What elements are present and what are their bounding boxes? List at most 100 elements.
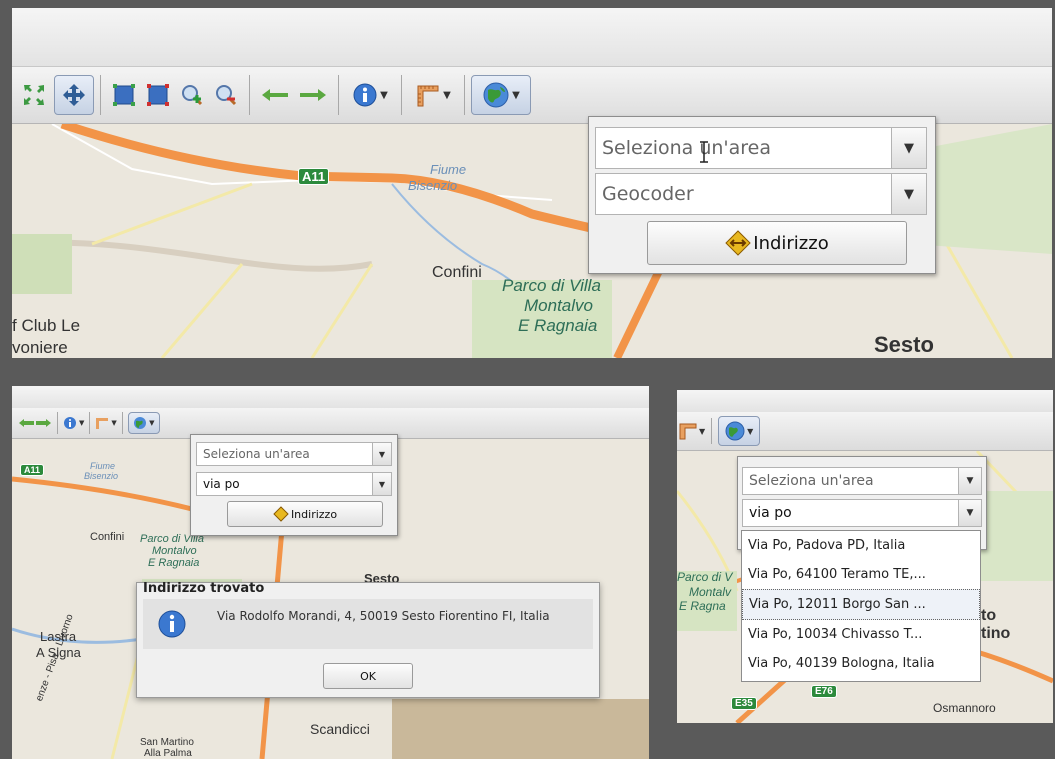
map-label-river: Bisenzio — [408, 178, 458, 193]
toolbar-separator — [121, 412, 123, 434]
toolbar-separator — [464, 75, 465, 115]
highway-shield: A11 — [298, 168, 330, 185]
highway-shield: E76 — [811, 685, 837, 698]
chevron-down-icon: ▼ — [380, 89, 388, 101]
window-title-bar — [12, 8, 1052, 67]
geocoder-popup: Seleziona un'area ▼ Geocoder ▼ Indirizzo — [588, 116, 936, 274]
area-select-value: Seleziona un'area — [749, 473, 874, 489]
chevron-down-icon: ▼ — [111, 419, 117, 427]
toolbar-separator — [57, 412, 58, 434]
map-label-town: tino — [981, 625, 1011, 642]
highway-shield: A11 — [20, 464, 45, 476]
geocoder-globe-icon[interactable]: ▼ — [471, 75, 531, 115]
map-toolbar: ▼ ▼ — [677, 412, 1053, 451]
map-label-town: Confini — [432, 264, 482, 281]
panel-main: ▼ ▼ ▼ A11 Fiume Bisenzio Confini Parco d — [12, 8, 1052, 358]
map-label-town: Sesto — [874, 332, 934, 357]
toolbar-separator — [89, 412, 91, 434]
area-select[interactable]: Seleziona un'area ▼ — [196, 442, 392, 466]
zoom-extent-icon[interactable] — [16, 77, 52, 113]
area-select[interactable]: Seleziona un'area ▼ — [742, 467, 982, 495]
map-label-town: Osmannoro — [933, 701, 996, 715]
map-label-town: Scandicci — [310, 721, 370, 737]
history-forward-icon[interactable] — [294, 78, 332, 112]
toolbar-separator — [711, 418, 713, 444]
zoom-box-in-icon[interactable] — [107, 78, 141, 112]
panel-address-found: ▼ ▼ ▼ A11 Fiume Bisenzio Confini Parco d… — [12, 386, 649, 759]
toolbar-separator — [249, 75, 250, 115]
measure-icon[interactable] — [679, 422, 697, 440]
list-item[interactable]: Via Po, Padova PD, Italia — [742, 531, 980, 560]
dialog-message: Via Rodolfo Morandi, 4, 50019 Sesto Fior… — [217, 609, 550, 623]
address-button-label: Indirizzo — [753, 232, 829, 254]
toolbar-separator — [401, 75, 402, 115]
geocoder-field[interactable]: via po ▼ — [742, 499, 982, 527]
info-icon — [158, 610, 186, 638]
area-select-value: Seleziona un'area — [602, 137, 771, 159]
map-label-park: E Ragna — [679, 599, 726, 613]
map-label-town: Alla Palma — [144, 748, 192, 759]
geocoder-globe-icon[interactable]: ▼ — [718, 416, 761, 446]
history-back-icon[interactable] — [256, 78, 294, 112]
ok-button-label: OK — [360, 669, 376, 683]
geocoder-field[interactable]: Geocoder ▼ — [595, 173, 927, 215]
chevron-down-icon: ▼ — [443, 89, 451, 101]
area-select[interactable]: Seleziona un'area ▼ — [595, 127, 927, 169]
toolbar-separator — [100, 75, 101, 115]
info-icon[interactable] — [63, 416, 77, 430]
geocoder-field[interactable]: via po ▼ — [196, 472, 392, 496]
map-label-river: Fiume — [90, 461, 116, 471]
address-button[interactable]: Indirizzo — [227, 501, 383, 527]
road-sign-icon — [273, 506, 289, 522]
highway-shield: E35 — [731, 697, 757, 710]
history-back-icon[interactable] — [18, 418, 52, 428]
measure-icon[interactable] — [95, 416, 109, 430]
road-sign-icon — [725, 230, 751, 256]
map-label-park: Parco di V — [677, 570, 733, 584]
geocoder-field-value: via po — [203, 477, 240, 491]
chevron-down-icon[interactable]: ▼ — [372, 443, 391, 465]
map-label-town: Confini — [90, 531, 125, 543]
window-title-bar — [677, 390, 1053, 413]
ok-button[interactable]: OK — [323, 663, 413, 689]
geocoder-field-value: Geocoder — [602, 183, 694, 205]
geocoder-popup: Seleziona un'area ▼ via po ▼ Indirizzo — [190, 434, 398, 536]
address-found-dialog: Indirizzo trovato Via Rodolfo Morandi, 4… — [136, 581, 600, 698]
zoom-in-icon[interactable] — [175, 78, 209, 112]
map-label-park: Montalv — [689, 585, 732, 599]
window-title-bar — [12, 386, 649, 409]
area-select-value: Seleziona un'area — [203, 447, 310, 461]
zoom-out-icon[interactable] — [209, 78, 243, 112]
geocoder-suggestions: Via Po, Padova PD, Italia Via Po, 64100 … — [741, 530, 981, 682]
map-label-park: E Ragnaia — [148, 557, 200, 569]
chevron-down-icon: ▼ — [79, 419, 85, 427]
map-label-river: Bisenzio — [84, 471, 119, 481]
map-label-golf: f Club Le — [12, 316, 81, 335]
list-item[interactable]: Via Po, 64100 Teramo TE,... — [742, 560, 980, 589]
zoom-box-out-icon[interactable] — [141, 78, 175, 112]
list-item[interactable]: Via Po, 40139 Bologna, Italia — [742, 649, 980, 678]
chevron-down-icon[interactable]: ▼ — [958, 468, 981, 494]
chevron-down-icon: ▼ — [699, 426, 706, 436]
chevron-down-icon[interactable]: ▼ — [891, 128, 926, 168]
chevron-down-icon: ▼ — [512, 89, 520, 101]
pan-icon[interactable] — [54, 75, 94, 115]
map-label-park: Montalvo — [152, 545, 197, 557]
list-item[interactable]: Via Po, 12011 Borgo San ... — [742, 589, 980, 620]
map-label-town: San Martino — [140, 737, 194, 748]
geocoder-field-value: via po — [749, 505, 792, 521]
address-button[interactable]: Indirizzo — [647, 221, 907, 265]
map-label-golf: voniere — [12, 338, 68, 357]
map-label-town: to — [981, 607, 997, 624]
info-icon[interactable]: ▼ — [345, 78, 395, 112]
map-label-park: E Ragnaia — [518, 316, 598, 335]
list-item[interactable]: Via Po, 10034 Chivasso T... — [742, 620, 980, 649]
measure-icon[interactable]: ▼ — [408, 78, 458, 112]
panel-suggestions: ▼ ▼ Parco di V Montalv E Ragna to tino E… — [677, 390, 1053, 723]
map-label-park: Montalvo — [524, 296, 593, 315]
chevron-down-icon[interactable]: ▼ — [891, 174, 926, 214]
map-label-park: Parco di Villa — [502, 276, 601, 295]
chevron-down-icon[interactable]: ▼ — [958, 500, 981, 526]
geocoder-globe-icon[interactable]: ▼ — [127, 412, 160, 434]
chevron-down-icon[interactable]: ▼ — [372, 473, 391, 495]
